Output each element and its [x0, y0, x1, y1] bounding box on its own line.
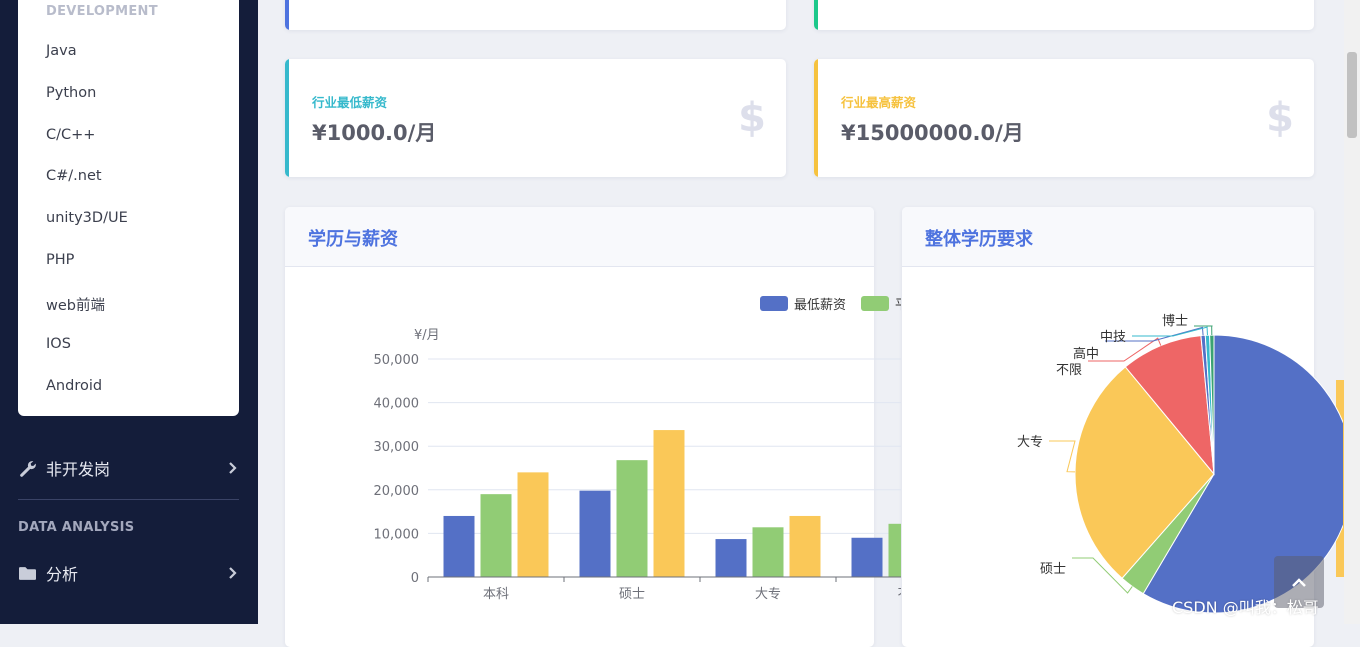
dollar-icon: $	[738, 95, 766, 141]
stat-card-top-right	[814, 0, 1314, 30]
card-accent	[814, 59, 818, 177]
sidebar-item-label: 分析	[46, 565, 79, 584]
analysis-heading: DATA ANALYSIS	[18, 520, 135, 535]
pie-label: 高中	[1073, 346, 1099, 362]
salary-panel: 学历与薪资	[285, 207, 874, 647]
pie-label-line	[1049, 440, 1076, 473]
sidebar: DEVELOPMENT Java Python C/C++ C#/.net un…	[0, 0, 258, 624]
chevron-right-icon	[226, 566, 240, 580]
stat-card-min-salary: 行业最低薪资 ¥1000.0/月 $	[285, 59, 786, 177]
sidebar-item-php[interactable]: PHP	[46, 252, 74, 268]
sidebar-item-non-dev[interactable]: 非开发岗	[18, 453, 240, 483]
scroll-thumb[interactable]	[1347, 52, 1357, 138]
chevron-right-icon	[226, 461, 240, 475]
panel-title: 整体学历要求	[925, 229, 1033, 250]
card-accent	[285, 59, 289, 177]
wrench-icon	[18, 459, 36, 477]
sidebar-item-unity[interactable]: unity3D/UE	[46, 210, 128, 226]
stat-label: 行业最高薪资	[841, 95, 917, 110]
sidebar-item-csharp[interactable]: C#/.net	[46, 168, 102, 184]
pie-label: 博士	[1162, 314, 1188, 329]
panel-title: 学历与薪资	[308, 229, 398, 250]
card-accent	[814, 0, 818, 30]
pie-label: 大专	[1017, 435, 1043, 450]
stat-card-top-left	[285, 0, 786, 30]
pie-label: 中技	[1100, 330, 1126, 345]
stat-value: ¥1000.0/月	[312, 121, 437, 145]
sidebar-item-java[interactable]: Java	[46, 43, 77, 59]
sidebar-item-analysis[interactable]: 分析	[18, 558, 240, 588]
pie-label: 不限	[1056, 363, 1082, 378]
sidebar-divider	[18, 499, 239, 500]
stat-value: ¥15000000.0/月	[841, 121, 1024, 145]
sidebar-item-python[interactable]: Python	[46, 85, 96, 101]
sidebar-item-ios[interactable]: IOS	[46, 336, 71, 352]
stat-card-max-salary: 行业最高薪资 ¥15000000.0/月 $	[814, 59, 1314, 177]
stat-label: 行业最低薪资	[312, 95, 388, 110]
panel-header: 学历与薪资	[285, 207, 874, 267]
card-accent	[285, 0, 289, 30]
dollar-icon: $	[1266, 95, 1294, 141]
development-submenu: DEVELOPMENT Java Python C/C++ C#/.net un…	[18, 0, 239, 416]
sidebar-item-web[interactable]: web前端	[46, 294, 105, 315]
sidebar-item-android[interactable]: Android	[46, 378, 102, 394]
development-heading: DEVELOPMENT	[46, 4, 158, 19]
vertical-scrollbar[interactable]	[1344, 0, 1360, 624]
panel-header: 整体学历要求	[902, 207, 1314, 267]
pie-label: 硕士	[1040, 562, 1066, 577]
sidebar-item-cpp[interactable]: C/C++	[46, 127, 95, 143]
folder-icon	[18, 564, 36, 582]
chevron-up-icon	[1292, 573, 1306, 592]
sidebar-item-label: 非开发岗	[46, 460, 111, 479]
watermark: CSDN @叫我：松哥	[1172, 598, 1319, 617]
